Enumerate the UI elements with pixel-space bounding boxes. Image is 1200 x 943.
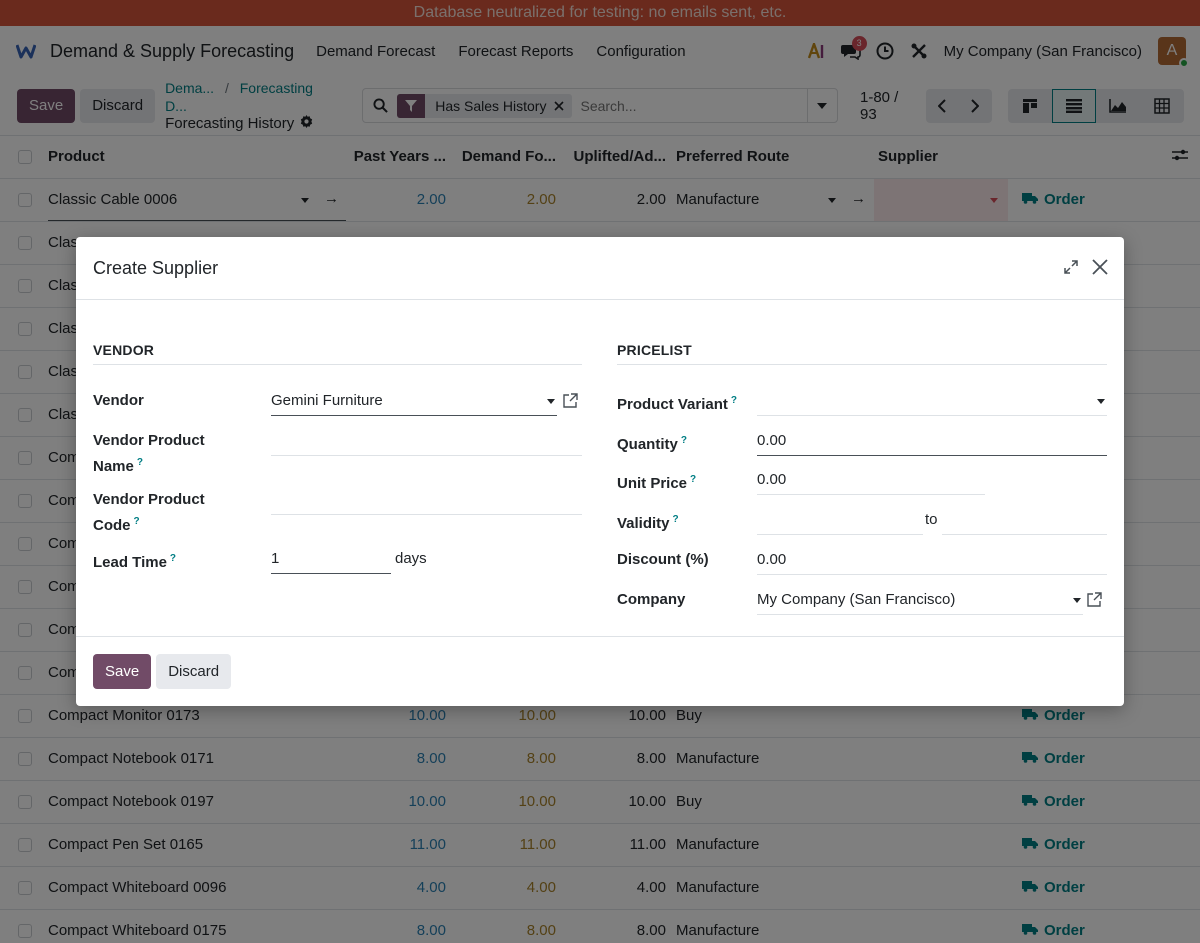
chevron-down-icon[interactable]	[547, 399, 555, 404]
dialog-header: Create Supplier	[76, 237, 1124, 300]
product-variant-label: Product Variant?	[617, 395, 737, 413]
help-tooltip-icon[interactable]: ?	[134, 516, 140, 527]
validity-end-input[interactable]	[942, 507, 1107, 535]
validity-to-label: to	[925, 511, 938, 528]
quantity-input[interactable]: 0.00	[757, 428, 1107, 456]
help-tooltip-icon[interactable]: ?	[731, 395, 737, 406]
pricelist-group: PRICELIST	[617, 342, 1107, 365]
help-tooltip-icon[interactable]: ?	[673, 514, 679, 525]
lead-time-label: Lead Time?	[93, 553, 177, 571]
vendor-value: Gemini Furniture	[271, 392, 383, 409]
help-tooltip-icon[interactable]: ?	[690, 474, 696, 485]
dialog-discard-button[interactable]: Discard	[156, 654, 232, 689]
discount-input[interactable]: 0.00	[757, 547, 1107, 575]
lead-time-input[interactable]: 1	[271, 546, 391, 574]
expand-icon[interactable]	[1064, 259, 1078, 277]
vendor-product-name-input[interactable]	[271, 428, 582, 456]
lead-time-value: 1	[271, 550, 280, 567]
company-field[interactable]: My Company (San Francisco)	[757, 587, 1083, 615]
quantity-value: 0.00	[757, 432, 787, 449]
vendor-product-code-label: Vendor Product Code?	[93, 491, 205, 534]
vendor-product-name-label: Vendor Product Name?	[93, 432, 205, 475]
discount-label: Discount (%)	[617, 551, 709, 568]
vendor-group-title: VENDOR	[93, 342, 582, 365]
help-tooltip-icon[interactable]: ?	[681, 435, 687, 446]
dialog-footer: Save Discard	[76, 636, 1124, 706]
company-label: Company	[617, 591, 686, 608]
vendor-product-code-input[interactable]	[271, 487, 582, 515]
unit-price-label: Unit Price?	[617, 474, 697, 492]
pricelist-group-title: PRICELIST	[617, 342, 1107, 365]
discount-value: 0.00	[757, 551, 787, 568]
help-tooltip-icon[interactable]: ?	[137, 457, 143, 468]
product-variant-field[interactable]	[757, 388, 1107, 416]
help-tooltip-icon[interactable]: ?	[170, 553, 176, 564]
unit-price-value: 0.00	[757, 471, 787, 488]
chevron-down-icon[interactable]	[1073, 598, 1081, 603]
unit-price-input[interactable]: 0.00	[757, 467, 985, 495]
dialog-body: VENDOR Vendor Gemini Furniture Vendor Pr…	[76, 300, 1124, 636]
vendor-field[interactable]: Gemini Furniture	[271, 388, 557, 416]
chevron-down-icon[interactable]	[1097, 399, 1105, 404]
create-supplier-dialog: Create Supplier VENDOR Vendor Gemini Fur…	[76, 237, 1124, 706]
company-value: My Company (San Francisco)	[757, 591, 956, 608]
lead-time-unit: days	[395, 550, 427, 567]
validity-start-input[interactable]	[757, 507, 923, 535]
external-link-icon[interactable]	[1086, 592, 1102, 611]
dialog-title: Create Supplier	[93, 257, 219, 278]
validity-label: Validity?	[617, 514, 679, 532]
external-link-icon[interactable]	[562, 393, 578, 412]
dialog-save-button[interactable]: Save	[93, 654, 152, 689]
close-icon[interactable]	[1092, 258, 1108, 278]
vendor-label: Vendor	[93, 392, 144, 409]
vendor-group: VENDOR	[93, 342, 582, 365]
quantity-label: Quantity?	[617, 435, 687, 453]
